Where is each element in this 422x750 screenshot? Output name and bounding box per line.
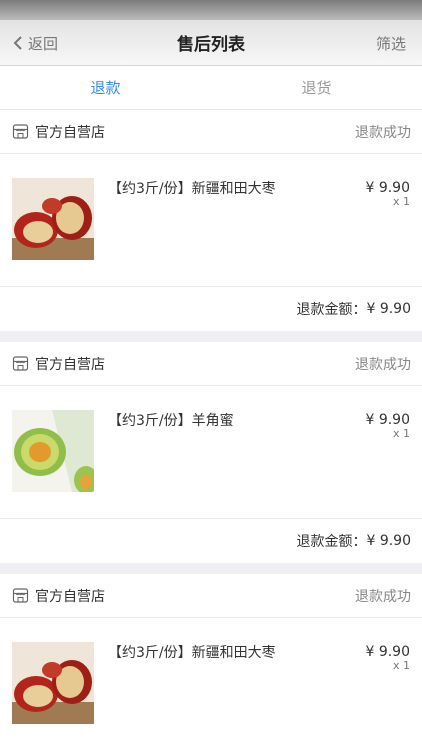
- order-item[interactable]: 【约3斤/份】羊角蜜 ¥ 9.90 x 1: [0, 386, 422, 519]
- product-name: 【约3斤/份】新疆和田大枣: [108, 181, 276, 197]
- price-block: ¥ 9.90 x 1: [365, 178, 410, 286]
- chevron-left-icon: [13, 36, 22, 50]
- page-title: 售后列表: [177, 35, 245, 55]
- back-button[interactable]: 返回: [12, 20, 58, 66]
- refund-status: 退款成功: [355, 588, 411, 605]
- order-header: 官方自营店 退款成功: [0, 110, 422, 154]
- melon-image: [12, 410, 94, 492]
- shop-name: 官方自营店: [35, 588, 105, 605]
- item-price: ¥ 9.90: [365, 180, 410, 196]
- refund-amount-label: 退款金额：: [296, 534, 367, 550]
- price-block: ¥ 9.90 x 1: [365, 642, 410, 750]
- product-name: 【约3斤/份】新疆和田大枣: [108, 645, 276, 661]
- tab-refund[interactable]: 退款: [0, 66, 211, 109]
- nav-bar: 返回 售后列表 筛选: [0, 20, 422, 66]
- order-card[interactable]: 官方自营店 退款成功 【约3斤/份】新疆和田大枣 ¥ 9.90 x 1: [0, 574, 422, 750]
- item-quantity: x 1: [392, 659, 410, 672]
- filter-button[interactable]: 筛选: [376, 20, 406, 66]
- price-block: ¥ 9.90 x 1: [365, 410, 410, 518]
- order-card[interactable]: 官方自营店 退款成功 【约3斤/份】新疆和田大枣 ¥ 9.90 x 1 退款金额…: [0, 110, 422, 331]
- refund-amount: ¥ 9.90: [366, 533, 411, 549]
- item-quantity: x 1: [392, 427, 410, 440]
- jujube-image: [12, 178, 94, 260]
- store-icon: [12, 355, 29, 372]
- back-label: 返回: [28, 34, 59, 53]
- store-icon: [12, 587, 29, 604]
- store-icon: [12, 123, 29, 140]
- order-item[interactable]: 【约3斤/份】新疆和田大枣 ¥ 9.90 x 1: [0, 154, 422, 287]
- tab-bar: 退款 退货: [0, 66, 422, 110]
- jujube-image: [12, 642, 94, 724]
- shop-name: 官方自营店: [35, 356, 105, 373]
- section-divider: [0, 563, 422, 574]
- section-divider: [0, 331, 422, 342]
- shop-name: 官方自营店: [35, 124, 105, 141]
- tab-return[interactable]: 退货: [211, 66, 422, 109]
- refund-amount: ¥ 9.90: [366, 301, 411, 317]
- item-price: ¥ 9.90: [365, 644, 410, 660]
- order-footer: 退款金额： ¥ 9.90: [0, 519, 422, 563]
- item-price: ¥ 9.90: [365, 412, 410, 428]
- refund-status: 退款成功: [355, 124, 411, 141]
- order-card[interactable]: 官方自营店 退款成功 【约3斤/份】羊角蜜 ¥ 9.90 x 1 退款金额： ¥…: [0, 342, 422, 563]
- order-header: 官方自营店 退款成功: [0, 342, 422, 386]
- order-header: 官方自营店 退款成功: [0, 574, 422, 618]
- order-footer: 退款金额： ¥ 9.90: [0, 287, 422, 331]
- status-bar: [0, 0, 422, 20]
- order-item[interactable]: 【约3斤/份】新疆和田大枣 ¥ 9.90 x 1: [0, 618, 422, 750]
- refund-status: 退款成功: [355, 356, 411, 373]
- refund-amount-label: 退款金额：: [296, 302, 367, 318]
- item-quantity: x 1: [392, 195, 410, 208]
- product-name: 【约3斤/份】羊角蜜: [108, 413, 234, 429]
